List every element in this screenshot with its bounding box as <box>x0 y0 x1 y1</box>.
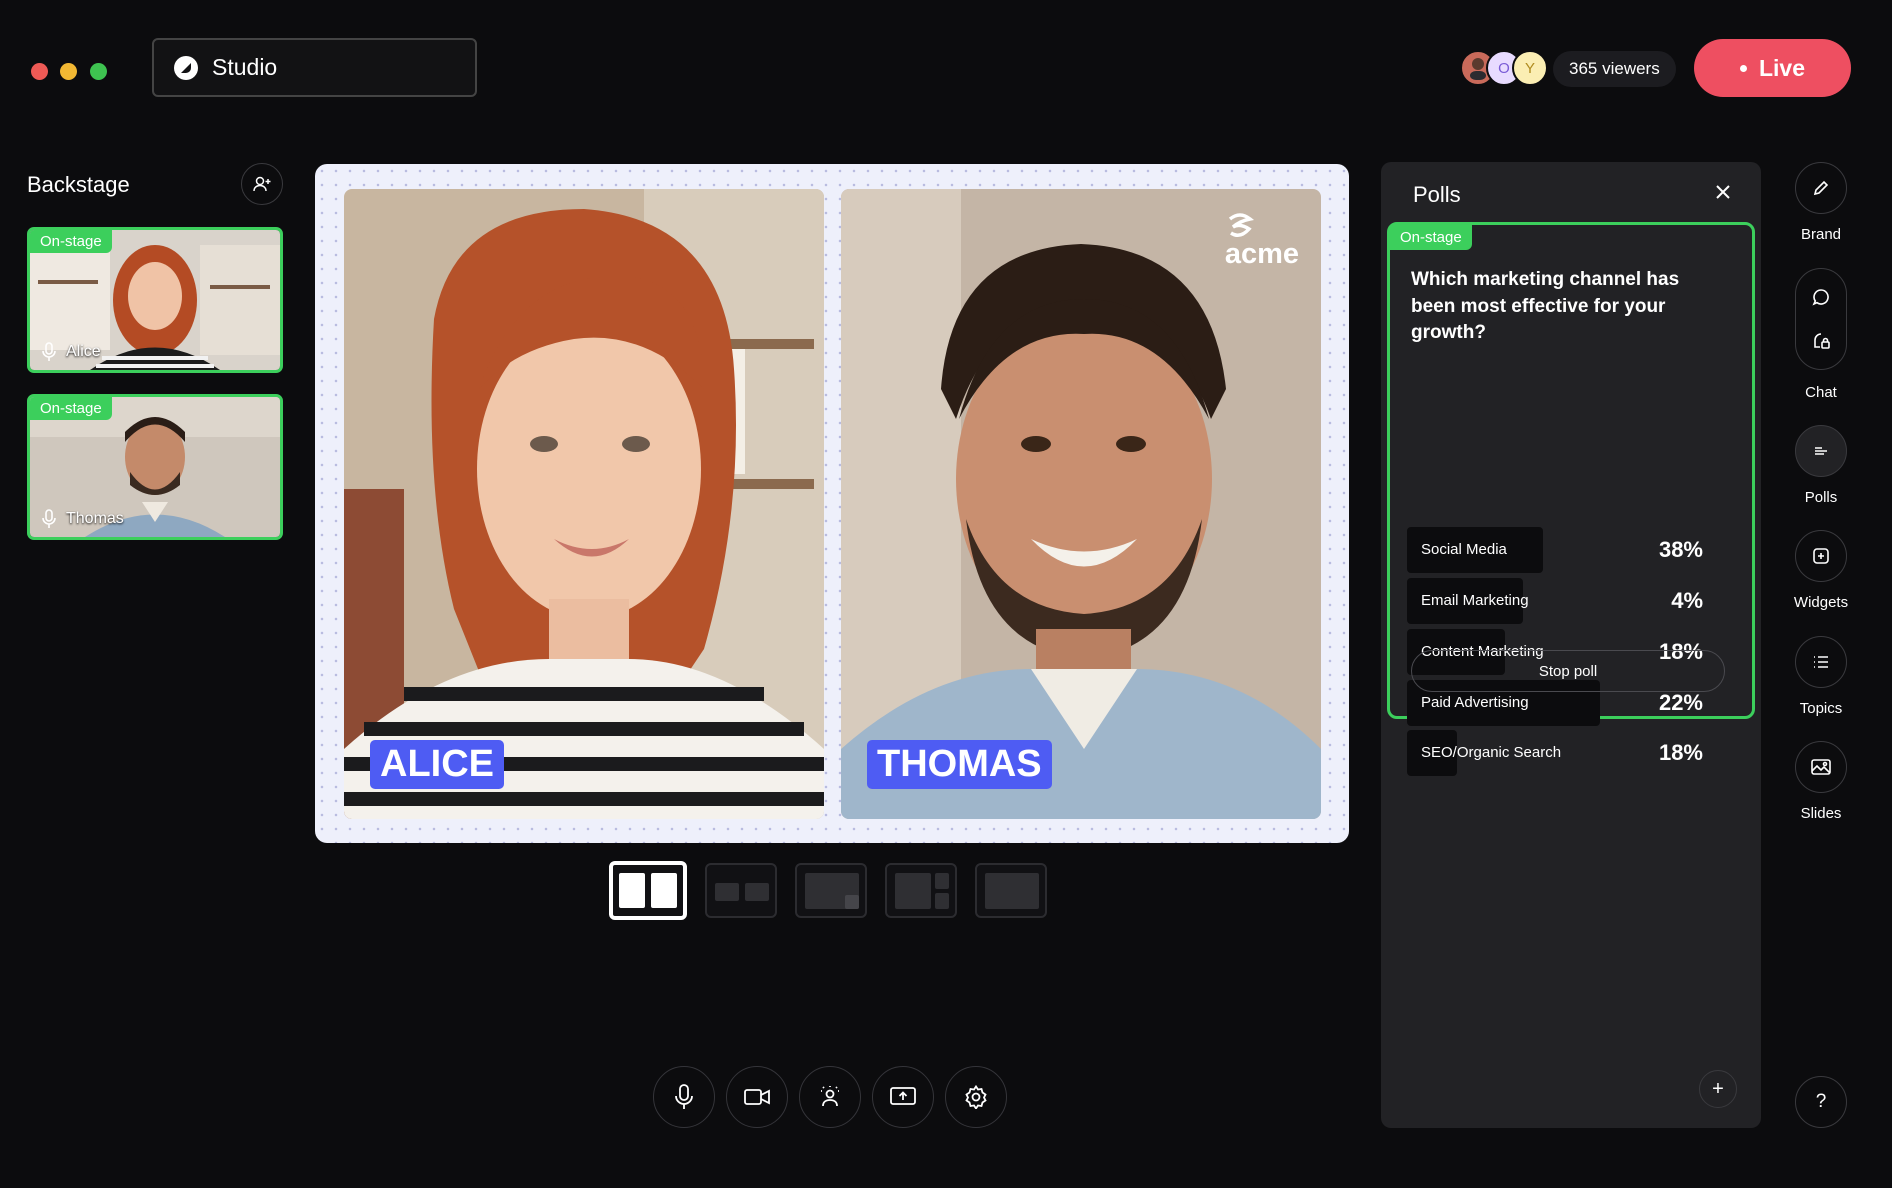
viewer-avatars: O Y <box>1460 50 1548 86</box>
stage-canvas: ALICE acme THOMAS <box>315 164 1349 843</box>
backstage-participant-alice[interactable]: On-stage Alice <box>27 227 283 373</box>
poll-option-percent: 18% <box>1658 740 1703 765</box>
brand-logo-text: acme <box>1224 238 1299 270</box>
add-poll-button[interactable]: + <box>1699 1070 1737 1108</box>
stage-name-tag: THOMAS <box>867 740 1052 789</box>
backstage-title: Backstage <box>27 172 130 197</box>
poll-question: Which marketing channel has been most ef… <box>1411 269 1680 344</box>
add-user-icon <box>253 176 271 192</box>
stage-name-tag: ALICE <box>370 740 504 789</box>
slides-label: Slides <box>1800 805 1842 822</box>
polls-label: Polls <box>1804 489 1838 506</box>
participant-name: Alice <box>66 343 101 360</box>
stage-tile-alice[interactable]: ALICE <box>344 189 824 819</box>
brand-logo: acme <box>1225 213 1299 269</box>
chat-label: Chat <box>1805 384 1837 401</box>
studio-logo-icon <box>174 55 198 80</box>
poll-option-percent: 4% <box>1671 588 1703 613</box>
widgets-button[interactable] <box>1795 530 1847 582</box>
layout-picker <box>609 861 1047 920</box>
layout-main-sidebar-button[interactable] <box>885 863 957 918</box>
microphone-icon <box>675 1084 693 1109</box>
poll-option-percent: 22% <box>1658 690 1703 715</box>
studio-selector[interactable]: Studio <box>152 38 477 97</box>
stage-tile-thomas[interactable]: acme THOMAS <box>841 189 1321 819</box>
poll-option-percent: 38% <box>1658 537 1703 562</box>
live-dot-icon <box>1739 64 1747 72</box>
brand-label: Brand <box>1800 226 1842 243</box>
chat-lock-icon <box>1814 333 1830 349</box>
studio-app: Studio O Y 365 viewers Live Backstage On… <box>0 0 1892 1188</box>
microphone-button[interactable] <box>653 1066 715 1128</box>
pencil-icon <box>1813 180 1829 196</box>
layout-grid-button[interactable] <box>705 863 777 918</box>
video-camera-icon <box>744 1089 770 1105</box>
minimize-window-button[interactable] <box>60 63 77 80</box>
microphone-icon <box>42 342 56 361</box>
poll-option-label: Social Media <box>1421 541 1507 558</box>
widget-icon <box>1813 548 1829 564</box>
microphone-icon <box>42 509 56 528</box>
gear-icon <box>965 1085 987 1109</box>
poll-option: SEO/Organic Search 18% <box>1407 730 1725 776</box>
layout-solo-button[interactable] <box>975 863 1047 918</box>
participant-name: Thomas <box>66 510 124 527</box>
live-label: Live <box>1758 54 1806 81</box>
on-stage-badge: On-stage <box>30 230 112 253</box>
layout-picture-in-picture-button[interactable] <box>795 863 867 918</box>
settings-button[interactable] <box>945 1066 1007 1128</box>
poll-option-label: Email Marketing <box>1421 592 1529 609</box>
acme-logo-icon <box>1228 213 1254 237</box>
topics-label: Topics <box>1799 700 1843 717</box>
close-panel-button[interactable] <box>1715 184 1731 205</box>
poll-option: Email Marketing 4% <box>1407 578 1725 624</box>
chat-bubble-icon <box>1812 289 1829 306</box>
on-stage-badge: On-stage <box>30 397 112 420</box>
camera-button[interactable] <box>726 1066 788 1128</box>
backstage-participant-thomas[interactable]: On-stage Thomas <box>27 394 283 540</box>
viewer-count: 365 viewers <box>1553 51 1676 87</box>
live-button[interactable]: Live <box>1694 39 1851 97</box>
thomas-video-feed <box>841 189 1321 819</box>
zoom-window-button[interactable] <box>90 63 107 80</box>
poll-card: On-stage Which marketing channel has bee… <box>1387 222 1755 776</box>
share-screen-button[interactable] <box>872 1066 934 1128</box>
background-effects-button[interactable] <box>799 1066 861 1128</box>
chat-button[interactable] <box>1795 268 1847 370</box>
stop-poll-button[interactable]: Stop poll <box>1411 650 1725 692</box>
widgets-label: Widgets <box>1793 594 1849 611</box>
polls-button[interactable] <box>1795 425 1847 477</box>
media-controls <box>653 1066 1007 1128</box>
close-window-button[interactable] <box>31 63 48 80</box>
image-icon <box>1811 759 1831 775</box>
invite-user-button[interactable] <box>241 163 283 205</box>
topics-button[interactable] <box>1795 636 1847 688</box>
poll-icon <box>1815 447 1827 455</box>
slides-button[interactable] <box>1795 741 1847 793</box>
avatar: Y <box>1512 50 1548 86</box>
poll-option-label: Paid Advertising <box>1421 694 1529 711</box>
screen-share-icon <box>890 1087 916 1105</box>
polls-panel: Polls On-stage Which marketing channel h… <box>1381 162 1761 1128</box>
person-effects-icon <box>821 1086 839 1107</box>
on-stage-badge: On-stage <box>1390 225 1472 250</box>
layout-side-by-side-button[interactable] <box>609 861 687 920</box>
alice-video-feed <box>344 189 824 819</box>
poll-option: Social Media 38% <box>1407 527 1725 573</box>
polls-panel-title: Polls <box>1413 182 1461 207</box>
poll-option-label: SEO/Organic Search <box>1421 744 1562 761</box>
studio-title: Studio <box>212 54 278 80</box>
list-icon <box>1814 656 1828 668</box>
close-icon <box>1716 185 1730 199</box>
help-button[interactable]: ? <box>1795 1076 1847 1128</box>
brand-button[interactable] <box>1795 162 1847 214</box>
